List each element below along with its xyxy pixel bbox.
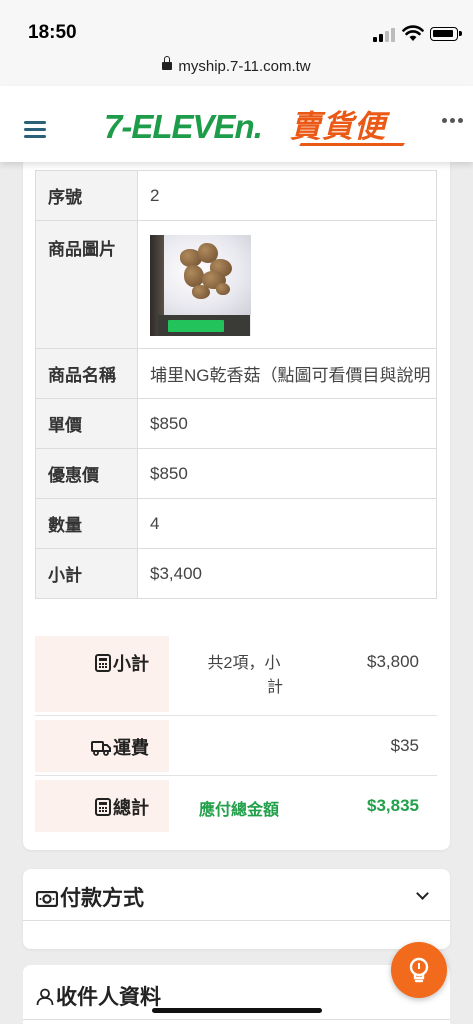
summary-shipping-amount: $35 <box>390 736 419 755</box>
signal-icon <box>373 28 397 42</box>
lightbulb-icon <box>409 957 429 983</box>
site-header: 7-ELEVEn. 賣貨便 <box>0 86 473 162</box>
row-value-quantity: 4 <box>137 498 437 549</box>
lock-icon <box>162 56 173 70</box>
table-row: 序號 2 <box>35 170 437 221</box>
chevron-down-icon[interactable] <box>416 887 429 900</box>
product-image[interactable] <box>150 235 251 336</box>
wifi-icon <box>402 25 424 41</box>
money-icon <box>36 891 58 907</box>
status-bar: 18:50 <box>0 0 473 52</box>
recipient-info-card: 收件人資料 <box>23 965 450 1024</box>
calculator-icon <box>95 798 111 816</box>
truck-icon <box>91 741 111 756</box>
summary-total-label: 總計 <box>35 780 169 832</box>
table-row: 優惠價 $850 <box>35 448 437 499</box>
row-value-unit-price: $850 <box>137 398 437 449</box>
row-label-index: 序號 <box>35 170 138 221</box>
row-label-subtotal: 小計 <box>35 548 138 599</box>
summary-total-row: 總計 應付總金額 $3,835 <box>35 776 437 836</box>
summary-subtotal-amount: $3,800 <box>367 652 419 671</box>
payment-method-title: 付款方式 <box>36 882 144 912</box>
summary-shipping-text: 運費 <box>113 738 149 758</box>
row-label-quantity: 數量 <box>35 498 138 549</box>
row-value-name[interactable]: 埔里NG乾香菇（點圖可看價目與說明 <box>137 348 437 399</box>
summary-shipping-label: 運費 <box>35 720 169 772</box>
summary-subtotal-label: 小計 <box>35 636 169 712</box>
summary-subtotal-desc-line2: 計 <box>266 679 283 696</box>
user-icon <box>36 988 54 1006</box>
row-label-image: 商品圖片 <box>35 220 138 349</box>
summary-total-text: 總計 <box>113 798 149 818</box>
help-fab-button[interactable] <box>391 942 447 998</box>
row-label-unit-price: 單價 <box>35 398 138 449</box>
summary-subtotal-text: 小計 <box>113 654 149 674</box>
brand-maihuobian: 賣貨便 <box>290 109 386 144</box>
summary-total-amount: $3,835 <box>367 796 419 815</box>
summary-subtotal-row: 小計 共2項，小 計 $3,800 <box>35 636 437 716</box>
row-label-name: 商品名稱 <box>35 348 138 399</box>
divider <box>23 1019 450 1020</box>
brand-7eleven: 7-ELEVEn. <box>104 108 263 145</box>
recipient-info-title[interactable]: 收件人資料 <box>36 981 161 1011</box>
payment-method-header[interactable]: 付款方式 <box>23 869 450 921</box>
table-row: 單價 $850 <box>35 398 437 449</box>
battery-icon <box>430 27 462 41</box>
summary-subtotal-desc-line1: 共2項，小 <box>207 655 281 672</box>
row-label-discount-price: 優惠價 <box>35 448 138 499</box>
menu-icon[interactable] <box>24 121 46 138</box>
row-value-index: 2 <box>137 170 437 221</box>
recipient-info-text: 收件人資料 <box>56 986 161 1009</box>
row-value-discount-price: $850 <box>137 448 437 499</box>
table-row: 小計 $3,400 <box>35 548 437 599</box>
brand-underline <box>299 143 405 146</box>
table-row: 商品圖片 <box>35 220 437 349</box>
summary-total-desc: 應付總金額 <box>198 802 279 819</box>
summary-subtotal-desc: 共2項，小 計 <box>169 652 319 700</box>
table-row: 商品名稱 埔里NG乾香菇（點圖可看價目與說明 <box>35 348 437 399</box>
order-summary: 小計 共2項，小 計 $3,800 運費 $35 總計 應付總金額 $3,835 <box>35 636 437 836</box>
order-item-card: 序號 2 商品圖片 商品名稱 埔里NG乾香菇（點圖可看價目與說明 單價 $850… <box>23 162 450 850</box>
more-icon[interactable] <box>442 118 466 124</box>
item-detail-table: 序號 2 商品圖片 商品名稱 埔里NG乾香菇（點圖可看價目與說明 單價 $850… <box>35 170 437 599</box>
url-text: myship.7-11.com.tw <box>178 58 311 75</box>
summary-shipping-row: 運費 $35 <box>35 716 437 776</box>
home-indicator[interactable] <box>152 1008 322 1013</box>
brand-logo[interactable]: 7-ELEVEn. 賣貨便 <box>104 107 424 147</box>
status-time: 18:50 <box>28 22 77 43</box>
calculator-icon <box>95 654 111 672</box>
payment-method-text: 付款方式 <box>60 887 144 910</box>
address-bar[interactable]: myship.7-11.com.tw <box>0 52 473 86</box>
payment-method-card: 付款方式 <box>23 869 450 949</box>
row-value-subtotal: $3,400 <box>137 548 437 599</box>
row-value-image <box>137 220 437 349</box>
table-row: 數量 4 <box>35 498 437 549</box>
